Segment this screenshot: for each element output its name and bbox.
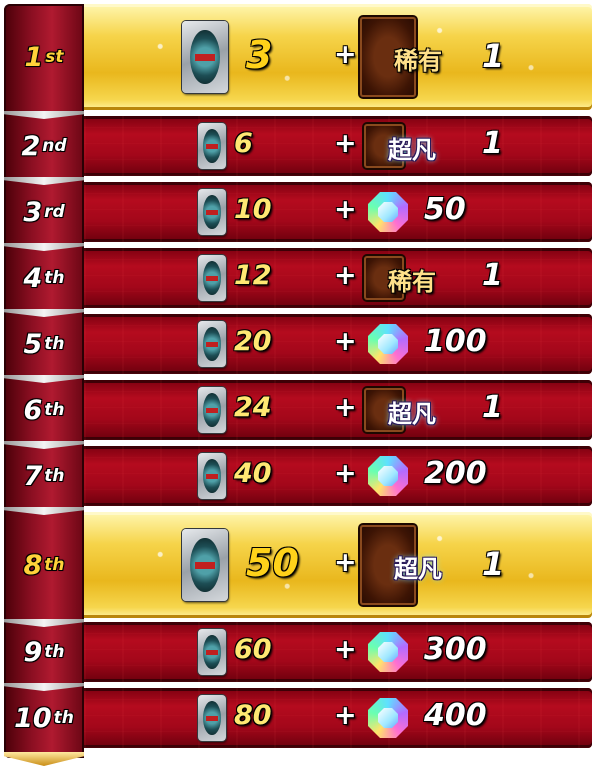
reward-value: 1 (482, 545, 505, 583)
pack-count: 24 (234, 392, 272, 423)
reward-value: 1 (482, 126, 503, 161)
reward-row: 80 +400 (84, 688, 592, 748)
card-pack-icon (182, 21, 228, 93)
reward-value: 50 (424, 192, 466, 227)
plus-sign: + (334, 458, 357, 489)
rank-label: 10th (4, 688, 84, 748)
reward-value: 1 (482, 258, 503, 293)
pack-count: 80 (234, 700, 272, 731)
pack-count: 50 (246, 541, 299, 585)
pack-count: 3 (246, 33, 273, 77)
plus-sign: + (334, 700, 357, 731)
reward-row: 24 + 超凡 1 (84, 380, 592, 440)
plus-sign: + (334, 634, 357, 665)
rank-label: 5th (4, 314, 84, 374)
rank-suffix: th (44, 642, 65, 662)
rank-suffix: th (53, 708, 74, 728)
plus-sign: + (334, 39, 357, 70)
rank-label: 3rd (4, 182, 84, 242)
reward-value: 200 (424, 456, 487, 491)
plus-sign: + (334, 194, 357, 225)
reward-row: 6 + 超凡 1 (84, 116, 592, 176)
pack-count: 6 (234, 128, 253, 159)
plus-sign: + (334, 326, 357, 357)
rank-suffix: th (44, 268, 65, 288)
reward-row: 40 +200 (84, 446, 592, 506)
rank-suffix: st (45, 47, 64, 67)
rank-label: 9th (4, 622, 84, 682)
card-pack-icon (198, 123, 226, 169)
rank-number: 3 (23, 196, 43, 228)
rank-suffix: th (44, 400, 65, 420)
rank-number: 1 (24, 41, 44, 73)
rank-label: 6th (4, 380, 84, 440)
rank-label: 2nd (4, 116, 84, 176)
pack-count: 10 (234, 194, 272, 225)
card-pack-icon (198, 695, 226, 741)
gem-icon (368, 456, 408, 496)
reward-label: 稀有 (394, 47, 442, 75)
card-pack-icon (198, 321, 226, 367)
reward-value: 400 (424, 698, 487, 733)
rank-suffix: th (44, 466, 65, 486)
rank-label: 4th (4, 248, 84, 308)
rank-label: 1st (4, 4, 84, 110)
card-pack-icon (198, 387, 226, 433)
reward-label: 稀有 (388, 268, 436, 296)
rank-suffix: rd (44, 202, 65, 222)
rank-number: 6 (23, 394, 43, 426)
plus-sign: + (334, 128, 357, 159)
reward-row: 50 + 超凡 1 (84, 512, 592, 618)
rank-suffix: nd (42, 136, 67, 156)
reward-table: 1st 3 + 稀有 1 2nd 6 + 超凡 1 3rd 10 +50 4th 12 + 稀有 1 5th 20 +1… (0, 0, 592, 765)
pack-count: 12 (234, 260, 272, 291)
rank-suffix: th (44, 334, 65, 354)
plus-sign: + (334, 547, 357, 578)
card-pack-icon (182, 529, 228, 601)
pack-count: 40 (234, 458, 272, 489)
gem-icon (368, 632, 408, 672)
reward-value: 300 (424, 632, 487, 667)
reward-value: 100 (424, 324, 487, 359)
rank-number: 9 (23, 636, 43, 668)
rank-suffix: th (44, 555, 65, 575)
rank-number: 2 (21, 130, 41, 162)
gem-icon (368, 324, 408, 364)
reward-row: 20 +100 (84, 314, 592, 374)
gem-icon (368, 698, 408, 738)
rank-label: 8th (4, 512, 84, 618)
reward-row: 60 +300 (84, 622, 592, 682)
rank-number: 8 (23, 549, 43, 581)
reward-label: 超凡 (388, 136, 436, 164)
rank-label: 7th (4, 446, 84, 506)
pack-count: 20 (234, 326, 272, 357)
reward-value: 1 (482, 37, 505, 75)
pack-count: 60 (234, 634, 272, 665)
reward-row: 12 + 稀有 1 (84, 248, 592, 308)
rank-number: 4 (23, 262, 43, 294)
reward-row: 10 +50 (84, 182, 592, 242)
rank-number: 10 (14, 702, 52, 734)
card-pack-icon (198, 255, 226, 301)
plus-sign: + (334, 260, 357, 291)
reward-label: 超凡 (394, 555, 442, 583)
gem-icon (368, 192, 408, 232)
plus-sign: + (334, 392, 357, 423)
card-pack-icon (198, 453, 226, 499)
reward-value: 1 (482, 390, 503, 425)
rank-number: 5 (23, 328, 43, 360)
card-pack-icon (198, 189, 226, 235)
card-pack-icon (198, 629, 226, 675)
reward-row: 3 + 稀有 1 (84, 4, 592, 110)
reward-label: 超凡 (388, 400, 436, 428)
rank-number: 7 (23, 460, 43, 492)
